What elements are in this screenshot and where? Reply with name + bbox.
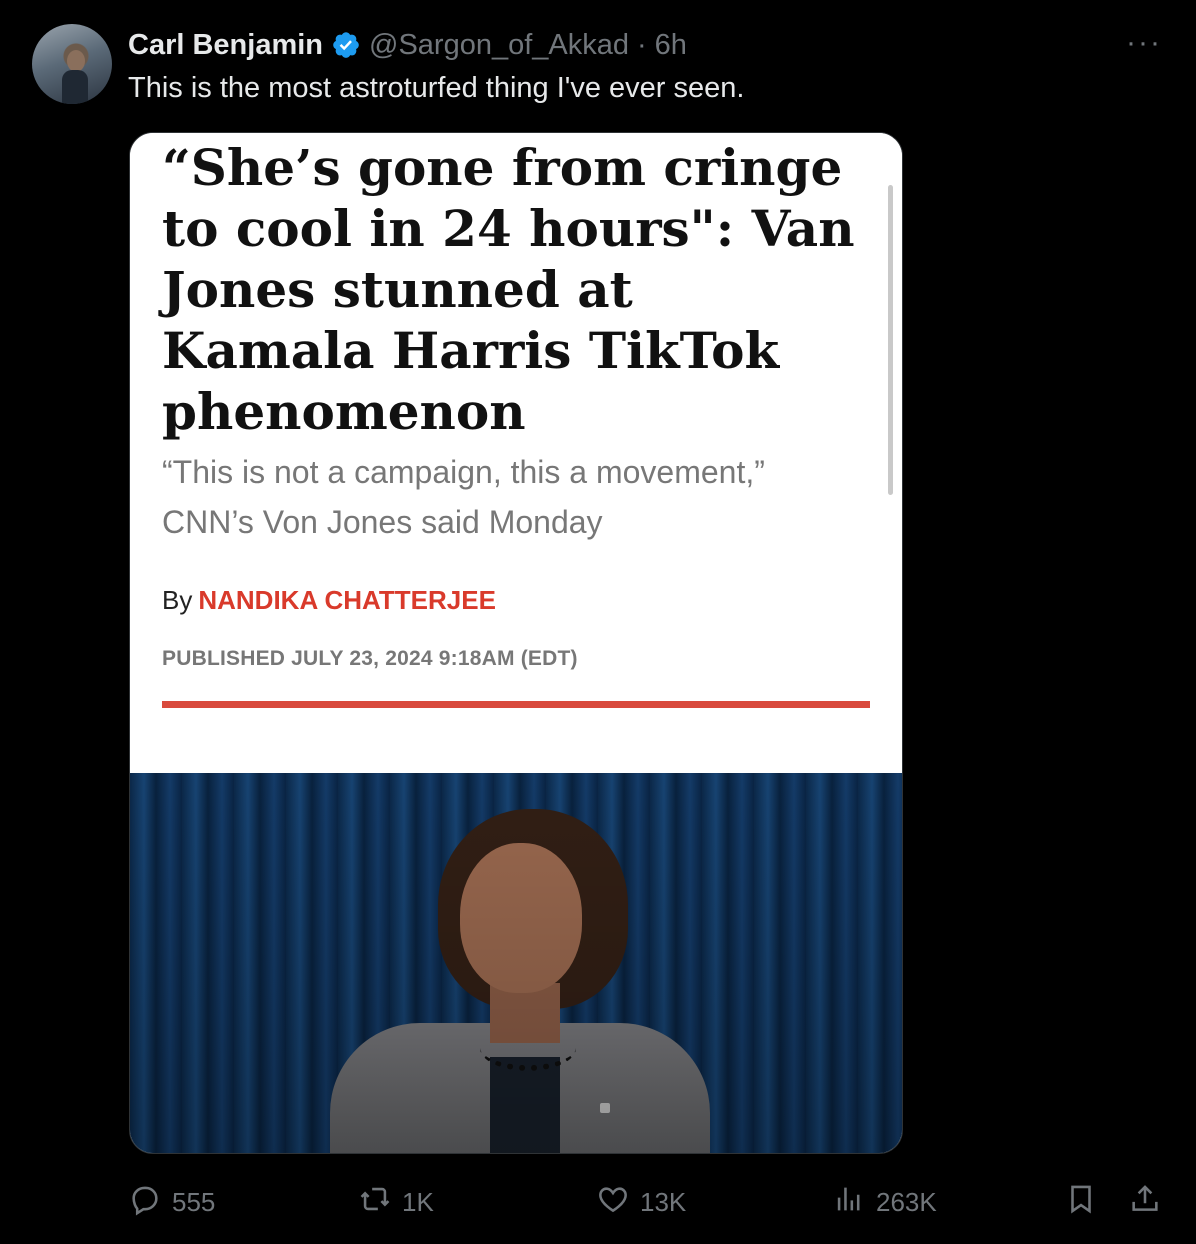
article-author: NANDIKA CHATTERJEE — [198, 585, 496, 615]
more-icon[interactable]: ··· — [1126, 28, 1162, 58]
author-name[interactable]: Carl Benjamin — [128, 29, 323, 62]
bookmark-icon — [1064, 1182, 1098, 1223]
tweet-header: Carl Benjamin @Sargon_of_Akkad · 6h — [128, 28, 687, 62]
action-bar: 555 1K 13K 263K — [128, 1180, 1168, 1224]
timestamp[interactable]: 6h — [655, 29, 687, 62]
bookmark-button[interactable] — [1064, 1180, 1098, 1224]
tweet-text: This is the most astroturfed thing I've … — [128, 72, 745, 104]
byline-label: By — [162, 585, 193, 615]
divider — [162, 701, 870, 708]
reply-count: 555 — [172, 1186, 216, 1217]
article-screenshot: “She’s gone from cringe to cool in 24 ho… — [130, 133, 902, 773]
like-button[interactable]: 13K — [596, 1180, 686, 1224]
like-count: 13K — [640, 1186, 687, 1217]
tweet-media[interactable]: “She’s gone from cringe to cool in 24 ho… — [129, 132, 903, 1154]
byline: By NANDIKA CHATTERJEE — [162, 585, 496, 616]
views-button[interactable]: 263K — [832, 1180, 937, 1224]
views-count: 263K — [876, 1186, 937, 1217]
repost-button[interactable]: 1K — [358, 1180, 434, 1224]
like-icon — [596, 1182, 640, 1223]
avatar[interactable] — [32, 24, 112, 104]
separator: · — [637, 28, 647, 61]
article-subhead: “This is not a campaign, this a movement… — [162, 454, 765, 540]
article-headline: “She’s gone from cringe to cool in 24 ho… — [162, 138, 855, 441]
reply-icon — [128, 1182, 172, 1223]
published-date: PUBLISHED JULY 23, 2024 9:18AM (EDT) — [162, 647, 578, 670]
article-photo — [130, 773, 902, 1153]
author-handle[interactable]: @Sargon_of_Akkad — [369, 29, 629, 62]
views-icon — [832, 1182, 876, 1223]
share-icon — [1128, 1182, 1162, 1223]
scrollbar — [888, 185, 893, 495]
repost-count: 1K — [402, 1186, 434, 1217]
share-button[interactable] — [1128, 1180, 1162, 1224]
reply-button[interactable]: 555 — [128, 1180, 215, 1224]
repost-icon — [358, 1182, 402, 1223]
verified-icon — [331, 30, 361, 60]
